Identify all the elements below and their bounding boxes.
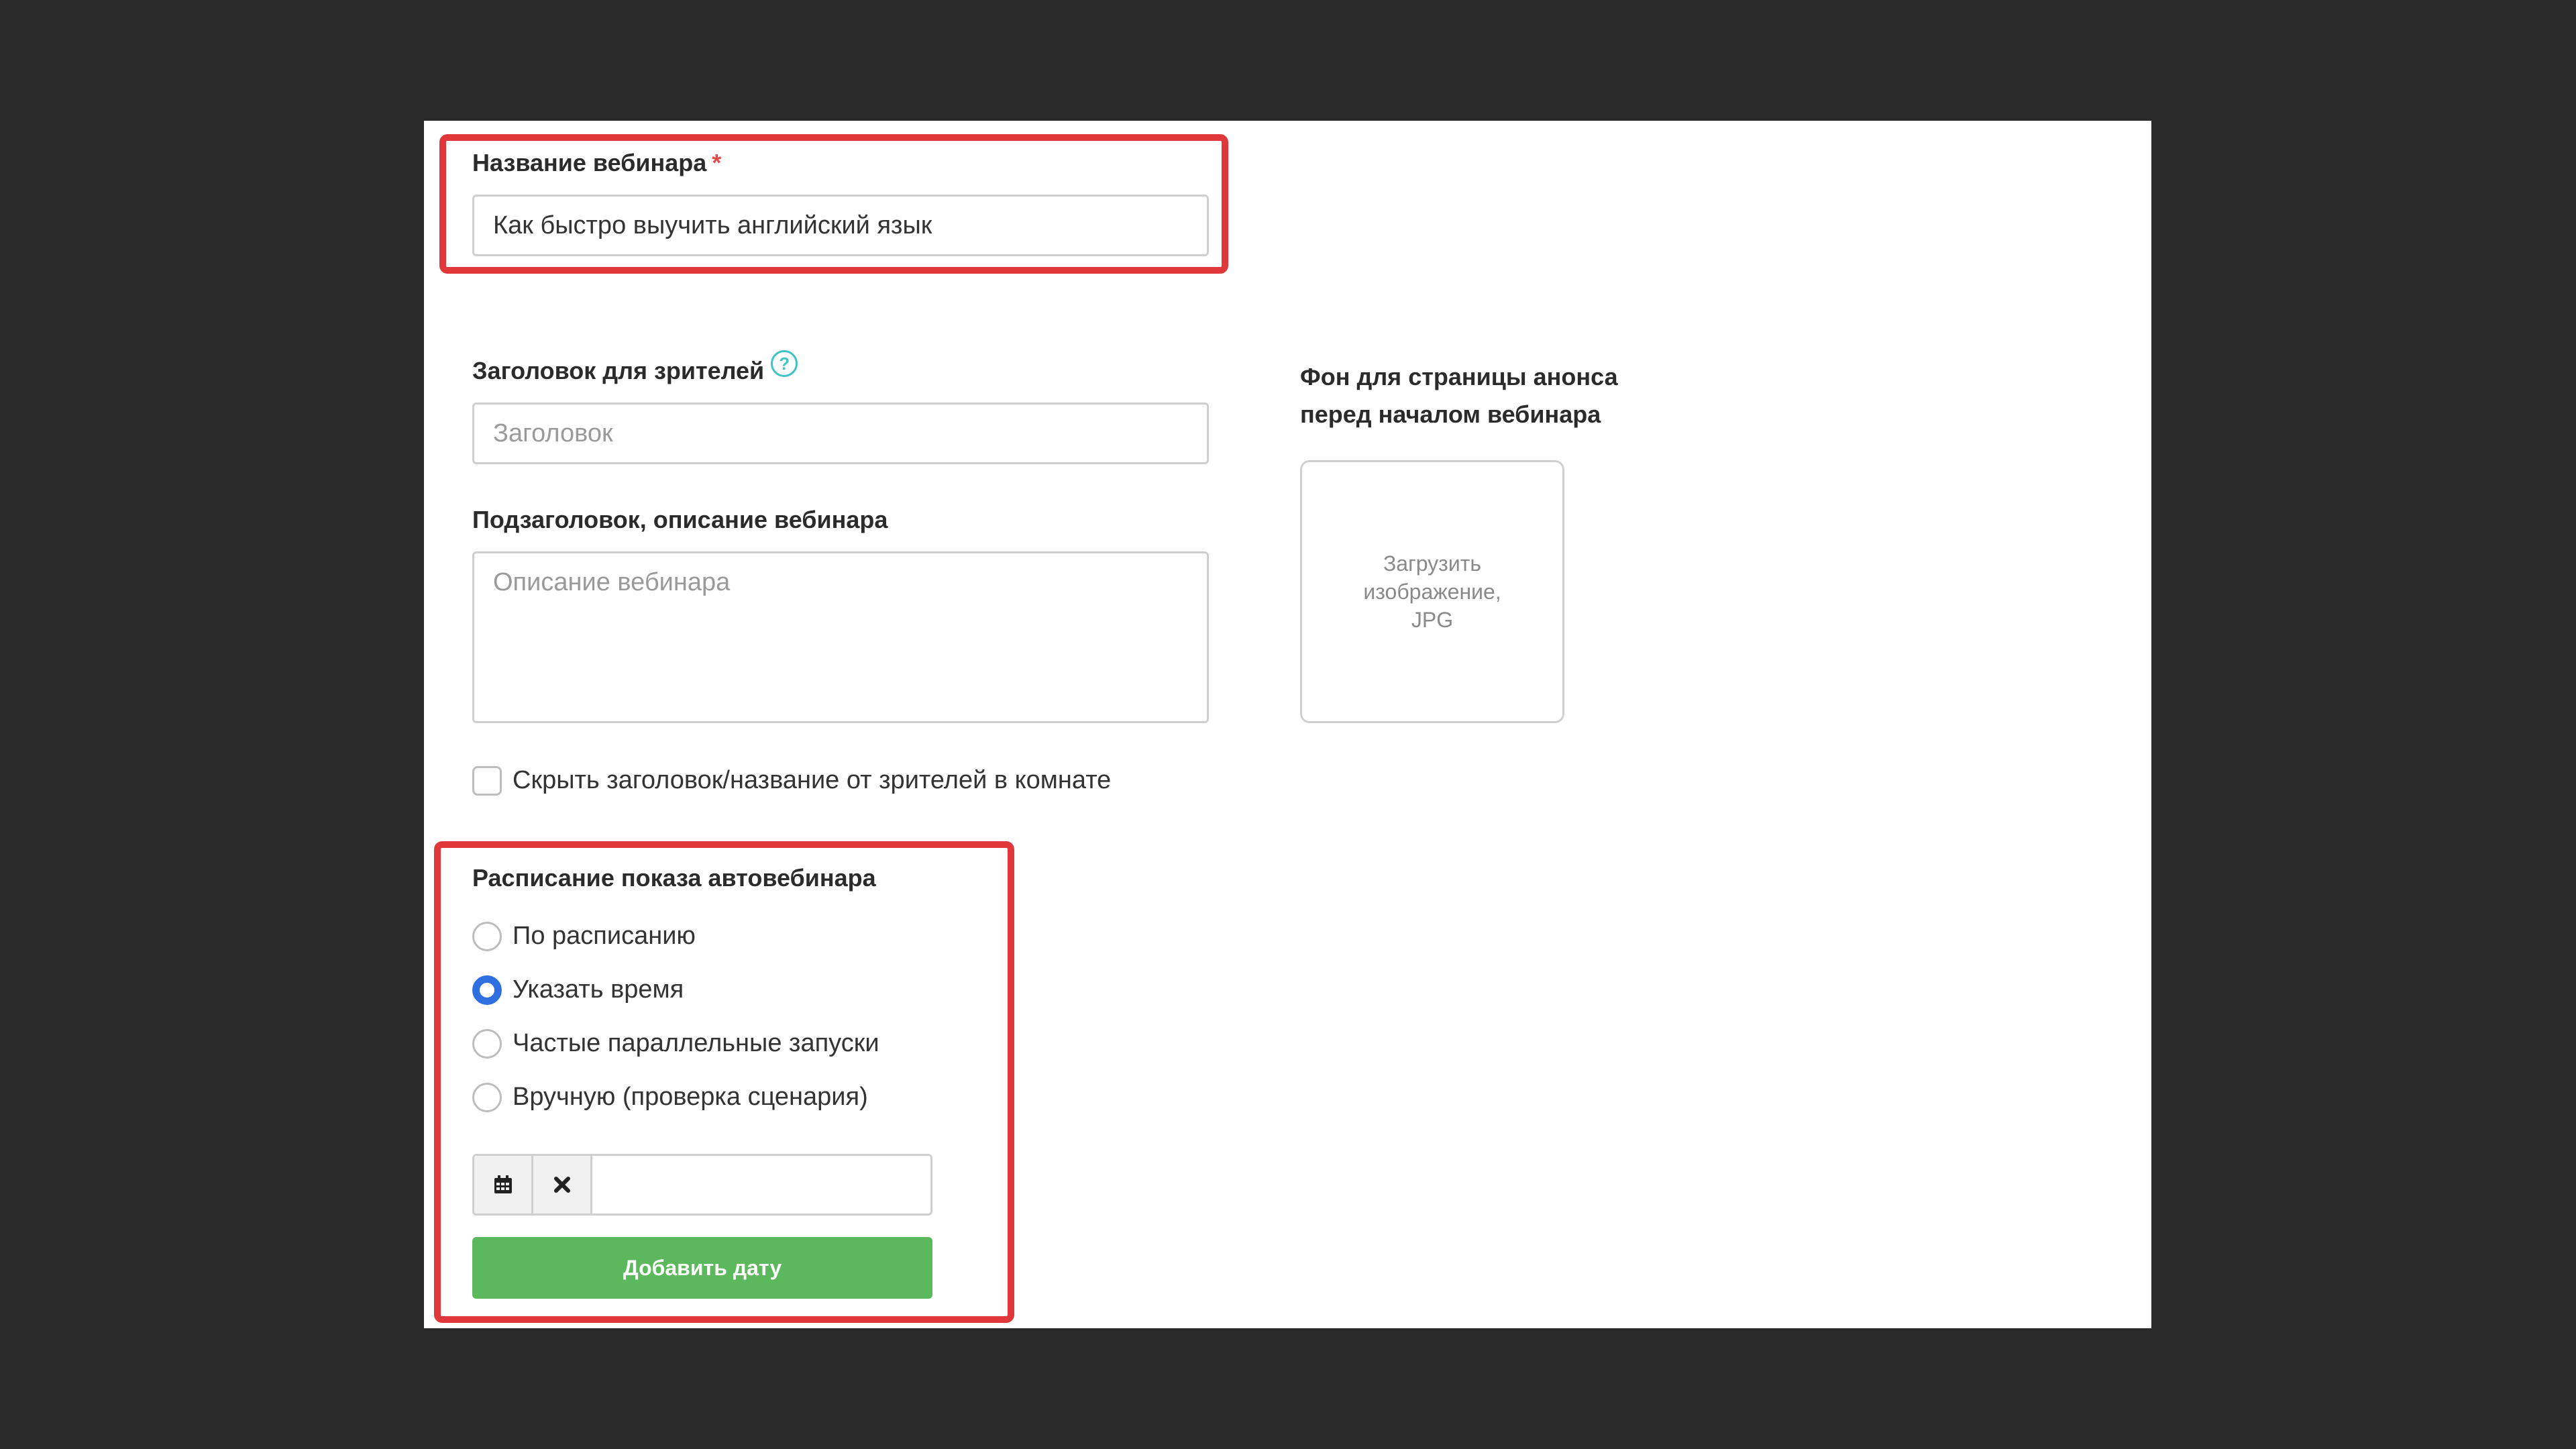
calendar-button[interactable]	[474, 1156, 533, 1214]
clear-date-button[interactable]	[533, 1156, 592, 1214]
radio-specify-time[interactable]	[472, 975, 502, 1005]
webinar-settings-panel: Название вебинара * Как быстро выучить ан…	[424, 121, 2151, 1328]
background-label: Фон для страницы анонса перед началом ве…	[1300, 363, 1618, 428]
calendar-icon	[494, 1175, 512, 1193]
radio-specify-time-label: Указать время	[513, 975, 684, 1004]
viewer-title-label: Заголовок для зрителей?	[472, 350, 798, 385]
schedule-title: Расписание показа автовебинара	[472, 864, 876, 892]
radio-parallel-launches-label: Частые параллельные запуски	[513, 1029, 879, 1057]
help-icon[interactable]: ?	[771, 350, 798, 377]
radio-parallel-launches[interactable]	[472, 1029, 502, 1059]
webinar-name-input[interactable]: Как быстро выучить английский язык	[472, 195, 1209, 256]
radio-by-schedule[interactable]	[472, 922, 502, 951]
radio-manual-label: Вручную (проверка сценария)	[513, 1083, 868, 1111]
hide-title-label: Скрыть заголовок/название от зрителей в …	[513, 766, 1112, 794]
close-icon	[553, 1177, 570, 1193]
radio-manual[interactable]	[472, 1083, 502, 1112]
hide-title-checkbox[interactable]	[472, 766, 502, 796]
subtitle-textarea[interactable]: Описание вебинара	[472, 551, 1209, 723]
radio-by-schedule-label: По расписанию	[513, 922, 696, 950]
required-mark: *	[712, 149, 722, 176]
viewer-title-input[interactable]: Заголовок	[472, 402, 1209, 464]
date-picker	[472, 1154, 932, 1216]
date-input[interactable]	[592, 1156, 930, 1214]
subtitle-label: Подзаголовок, описание вебинара	[472, 506, 888, 533]
background-upload-area[interactable]: Загрузить изображение, JPG	[1300, 460, 1564, 723]
add-date-button[interactable]: Добавить дату	[472, 1237, 932, 1299]
webinar-name-label: Название вебинара *	[472, 149, 722, 176]
